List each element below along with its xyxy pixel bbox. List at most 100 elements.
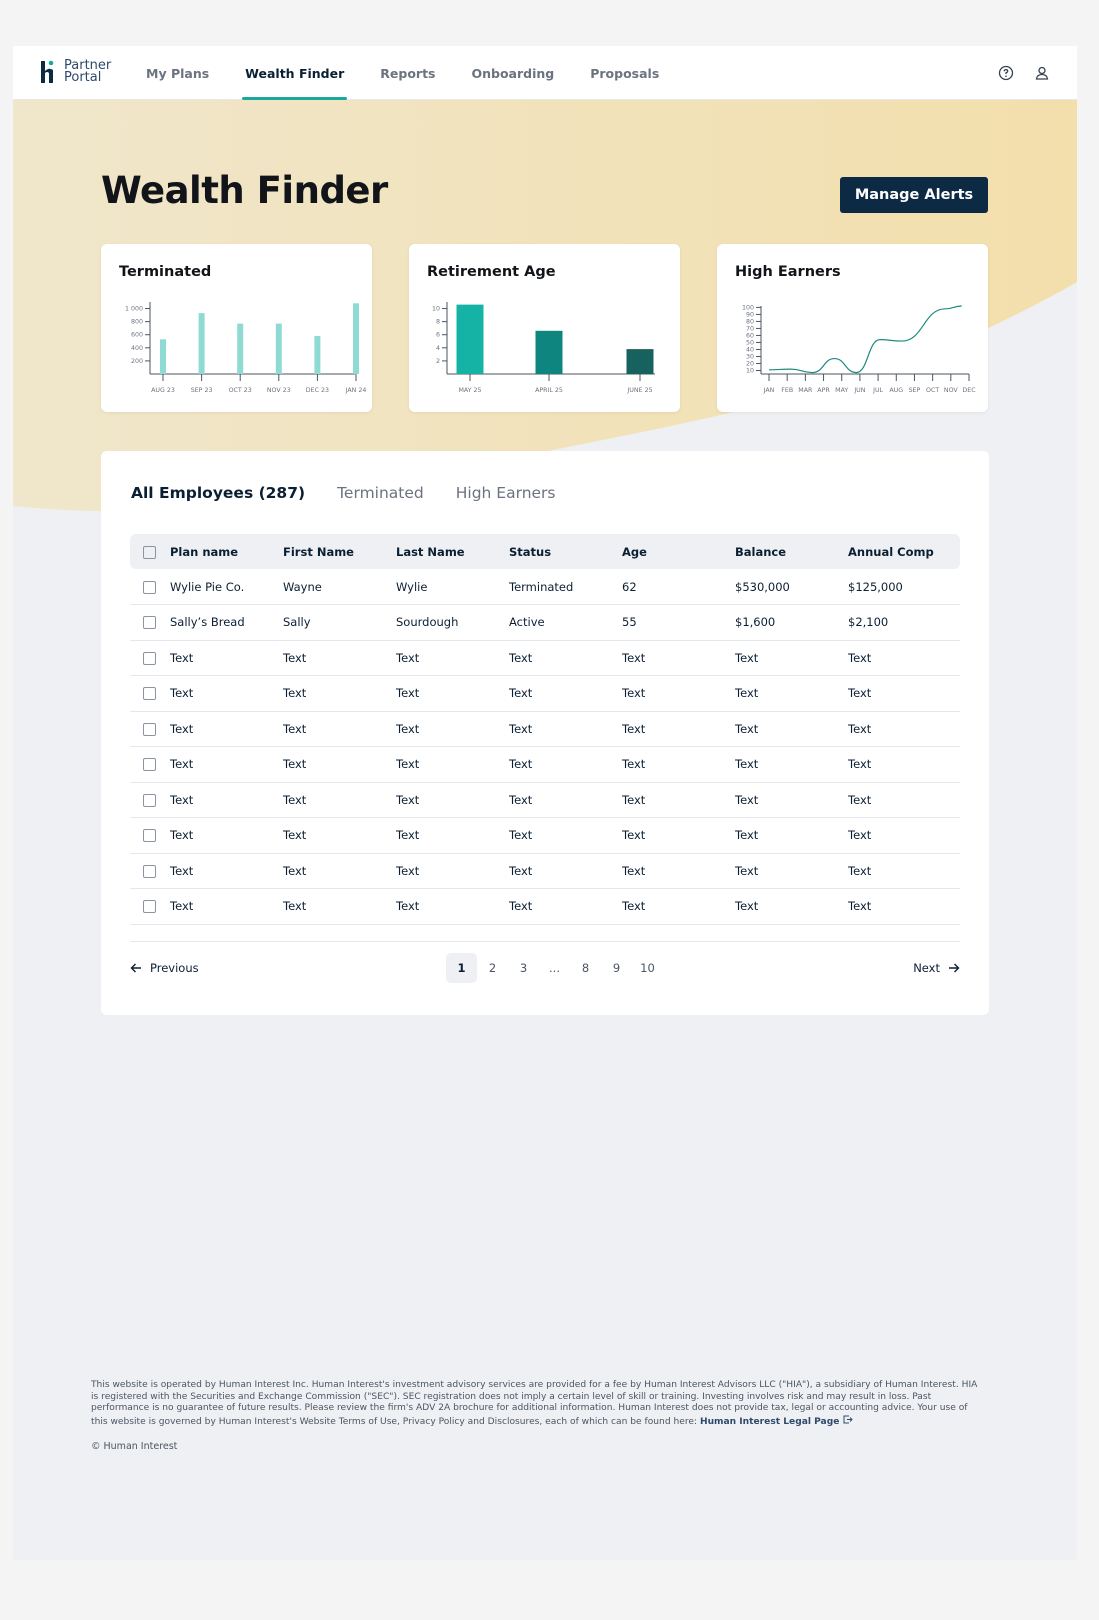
y-tick-label: 2 <box>436 358 440 365</box>
nav-reports[interactable]: Reports <box>377 46 438 100</box>
table-row[interactable]: Text Text Text Text Text Text Text <box>130 817 960 854</box>
tab-terminated[interactable]: Terminated <box>337 484 424 502</box>
select-all-checkbox[interactable] <box>143 545 156 559</box>
logo-line-2: Portal <box>64 70 102 85</box>
pagination: Previous 1 2 3 ... 8 9 10 Next <box>130 953 960 983</box>
cell-plan-name: Text <box>170 746 283 783</box>
x-tick-label: JUL <box>872 387 883 394</box>
cell-plan-name: Wylie Pie Co. <box>170 569 283 605</box>
bar <box>160 339 166 374</box>
col-plan-name[interactable]: Plan name <box>170 534 283 569</box>
help-circle-icon[interactable] <box>997 64 1015 82</box>
partner-portal-logo[interactable]: Partner Portal <box>40 59 111 85</box>
y-tick-label: 100 <box>742 304 754 311</box>
page-button[interactable]: 8 <box>570 953 601 983</box>
row-select-cell <box>130 711 170 747</box>
logo-text: Partner Portal <box>64 59 111 85</box>
nav-onboarding[interactable]: Onboarding <box>468 46 557 100</box>
external-link-icon <box>843 1415 853 1423</box>
retirement-age-card[interactable]: Retirement Age 2 4 6 8 10 MAY 25 APRIL 25 JUNE … <box>409 244 680 412</box>
tab-all-employees[interactable]: All Employees (287) <box>131 484 305 502</box>
row-checkbox[interactable] <box>143 793 156 807</box>
cell-annual-comp: Text <box>848 888 960 925</box>
table-row[interactable]: Text Text Text Text Text Text Text <box>130 746 960 783</box>
cell-first-name: Sally <box>283 604 396 641</box>
row-checkbox[interactable] <box>143 616 156 630</box>
main-nav: My Plans Wealth Finder Reports Onboardin… <box>143 46 692 100</box>
row-checkbox[interactable] <box>143 687 156 701</box>
cell-plan-name: Text <box>170 675 283 712</box>
legal-page-link[interactable]: Human Interest Legal Page <box>700 1415 853 1427</box>
row-checkbox[interactable] <box>143 580 156 594</box>
table-row[interactable]: Text Text Text Text Text Text Text <box>130 640 960 676</box>
y-tick-label: 400 <box>131 345 143 352</box>
bar <box>314 336 321 374</box>
employees-panel: All Employees (287) Terminated High Earn… <box>101 451 989 1015</box>
page-button[interactable]: 10 <box>632 953 663 983</box>
y-tick-label: 30 <box>746 353 754 360</box>
y-tick-label: 50 <box>746 339 754 346</box>
row-checkbox[interactable] <box>143 900 156 914</box>
nav-my-plans[interactable]: My Plans <box>143 46 212 100</box>
y-tick-label: 90 <box>746 311 754 318</box>
row-checkbox[interactable] <box>143 722 156 736</box>
row-checkbox[interactable] <box>143 864 156 878</box>
cell-annual-comp: $2,100 <box>848 604 960 641</box>
table-row[interactable]: Text Text Text Text Text Text Text <box>130 853 960 889</box>
high-earners-card[interactable]: High Earners 10 20 30 40 50 60 70 80 90 100 JAN FEB… <box>717 244 988 412</box>
y-tick-label: 80 <box>746 318 754 325</box>
table-row[interactable]: Text Text Text Text Text Text Text <box>130 888 960 925</box>
table-row[interactable]: Sally’s Bread Sally Sourdough Active 55 $1,60… <box>130 604 960 641</box>
top-navbar: Partner Portal My Plans Wealth Finder Re… <box>13 46 1077 100</box>
table-row[interactable]: Wylie Pie Co. Wayne Wylie Terminated 62 $530,… <box>130 569 960 605</box>
nav-wealth-finder[interactable]: Wealth Finder <box>242 46 348 100</box>
page-button[interactable]: 2 <box>477 953 508 983</box>
terminated-card[interactable]: Terminated 200 400 600 800 1 000 AUG 23 SEP 23… <box>101 244 372 412</box>
col-first-name[interactable]: First Name <box>283 534 396 569</box>
table-row[interactable]: Text Text Text Text Text Text Text <box>130 675 960 712</box>
cell-age: Text <box>622 675 735 712</box>
manage-alerts-button[interactable]: Manage Alerts <box>840 177 988 213</box>
x-tick-label: AUG <box>889 387 903 394</box>
tab-high-earners[interactable]: High Earners <box>456 484 556 502</box>
user-icon[interactable] <box>1033 64 1051 82</box>
cell-status: Text <box>509 817 622 854</box>
previous-button[interactable]: Previous <box>130 953 199 983</box>
row-checkbox[interactable] <box>143 651 156 665</box>
table-row[interactable]: Text Text Text Text Text Text Text <box>130 711 960 747</box>
series-line <box>768 305 962 374</box>
col-age[interactable]: Age <box>622 534 735 569</box>
app-frame: Partner Portal My Plans Wealth Finder Re… <box>13 46 1077 1560</box>
cell-annual-comp: Text <box>848 782 960 818</box>
top-icons <box>997 64 1051 82</box>
cell-balance: Text <box>735 711 848 747</box>
nav-proposals[interactable]: Proposals <box>587 46 662 100</box>
row-checkbox[interactable] <box>143 758 156 772</box>
pagination-divider <box>130 941 960 942</box>
x-tick-label: MAY 25 <box>458 387 481 394</box>
col-status[interactable]: Status <box>509 534 622 569</box>
bar <box>535 330 563 374</box>
page-button[interactable]: 9 <box>601 953 632 983</box>
row-select-cell <box>130 675 170 712</box>
cell-status: Text <box>509 711 622 747</box>
col-annual-comp[interactable]: Annual Comp <box>848 534 960 569</box>
cell-first-name: Text <box>283 640 396 676</box>
cell-status: Text <box>509 640 622 676</box>
y-tick-label: 4 <box>436 345 440 352</box>
cell-status: Active <box>509 604 622 641</box>
col-balance[interactable]: Balance <box>735 534 848 569</box>
footer-disclaimer: This website is operated by Human Intere… <box>91 1380 981 1428</box>
page-button[interactable]: 1 <box>446 953 477 983</box>
x-tick-label: FEB <box>781 387 793 394</box>
table-row[interactable]: Text Text Text Text Text Text Text <box>130 782 960 818</box>
cell-last-name: Text <box>396 782 509 818</box>
cell-status: Text <box>509 853 622 889</box>
y-tick-label: 10 <box>432 306 440 313</box>
col-last-name[interactable]: Last Name <box>396 534 509 569</box>
cell-last-name: Sourdough <box>396 604 509 641</box>
row-checkbox[interactable] <box>143 829 156 843</box>
next-button[interactable]: Next <box>913 953 960 983</box>
cell-plan-name: Sally’s Bread <box>170 604 283 641</box>
page-button[interactable]: 3 <box>508 953 539 983</box>
